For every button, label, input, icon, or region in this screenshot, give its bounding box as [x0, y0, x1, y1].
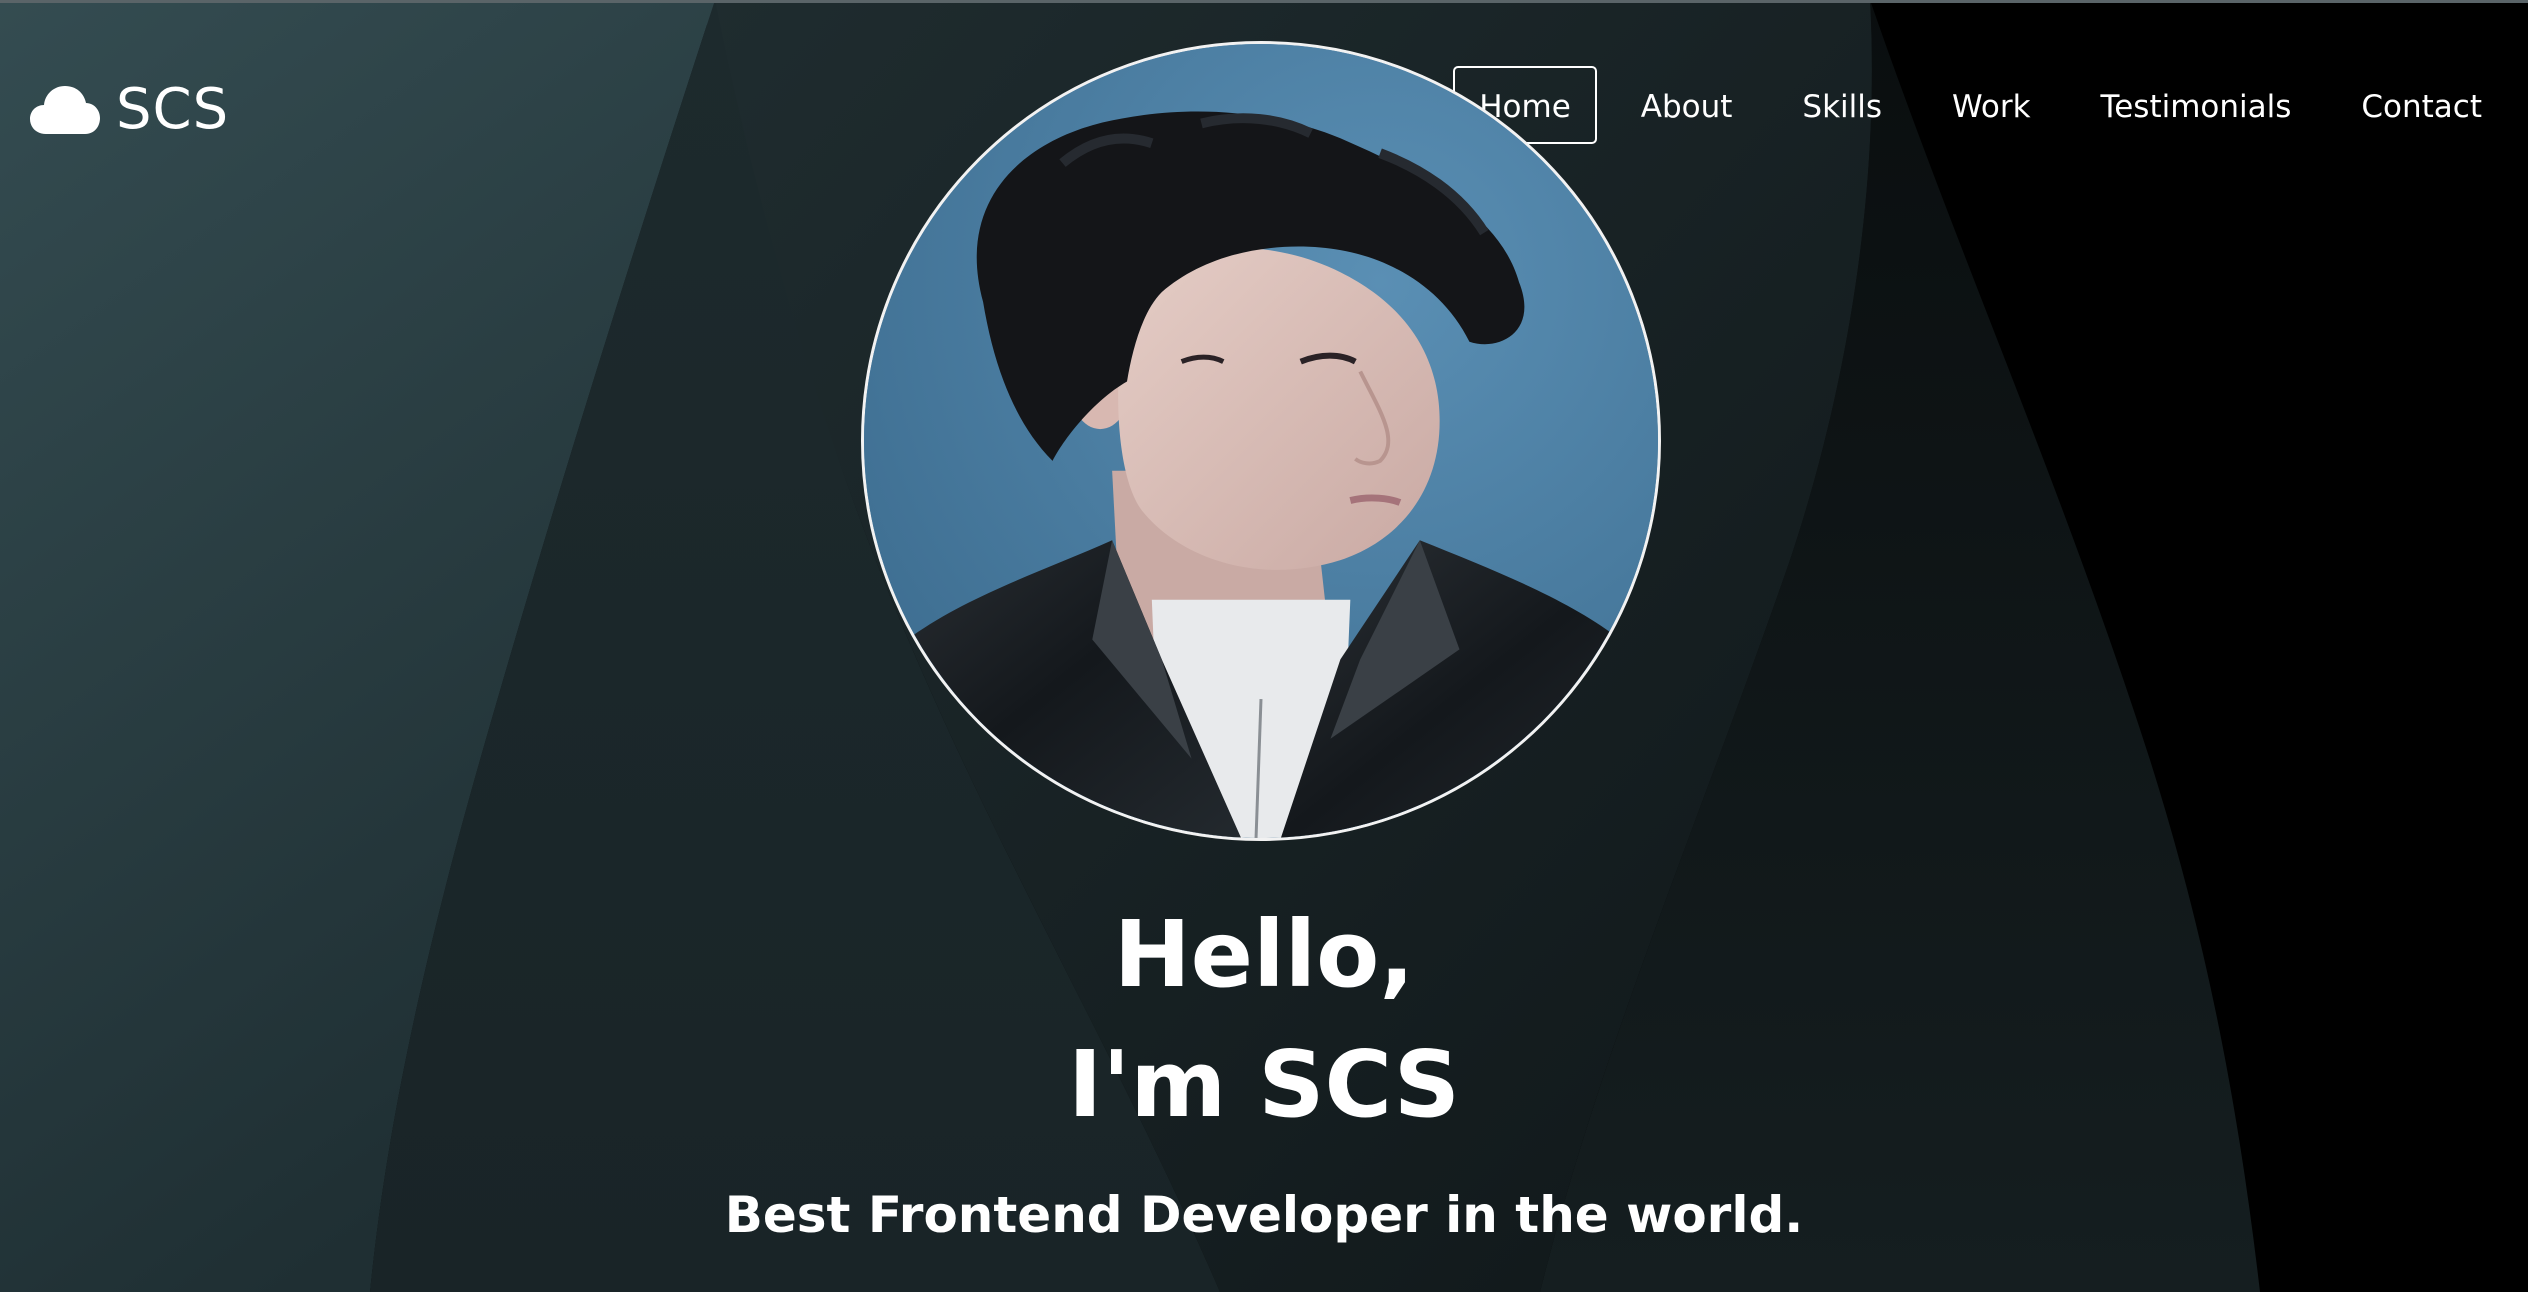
nav-about[interactable]: About: [1615, 66, 1759, 144]
nav-testimonials[interactable]: Testimonials: [2075, 66, 2318, 144]
brand-name: SCS: [116, 76, 230, 142]
portrait-illustration: [864, 44, 1658, 838]
profile-photo: [861, 41, 1661, 841]
nav-work[interactable]: Work: [1926, 66, 2057, 144]
greeting-line-2: I'm SCS: [1067, 1031, 1461, 1138]
hero-tagline: Best Frontend Developer in the world.: [724, 1186, 1804, 1244]
top-border: [0, 0, 2528, 3]
main-nav: Home About Skills Work Testimonials Cont…: [1435, 66, 2508, 144]
hero-heading: Hello, I'm SCS: [0, 890, 2528, 1150]
hero-section: SCS Home About Skills Work Testimonials …: [0, 0, 2528, 1292]
nav-contact[interactable]: Contact: [2335, 66, 2508, 144]
brand-logo[interactable]: SCS: [28, 66, 229, 152]
greeting-line-1: Hello,: [1113, 901, 1415, 1008]
nav-skills[interactable]: Skills: [1776, 66, 1908, 144]
cloud-icon: [30, 86, 100, 134]
